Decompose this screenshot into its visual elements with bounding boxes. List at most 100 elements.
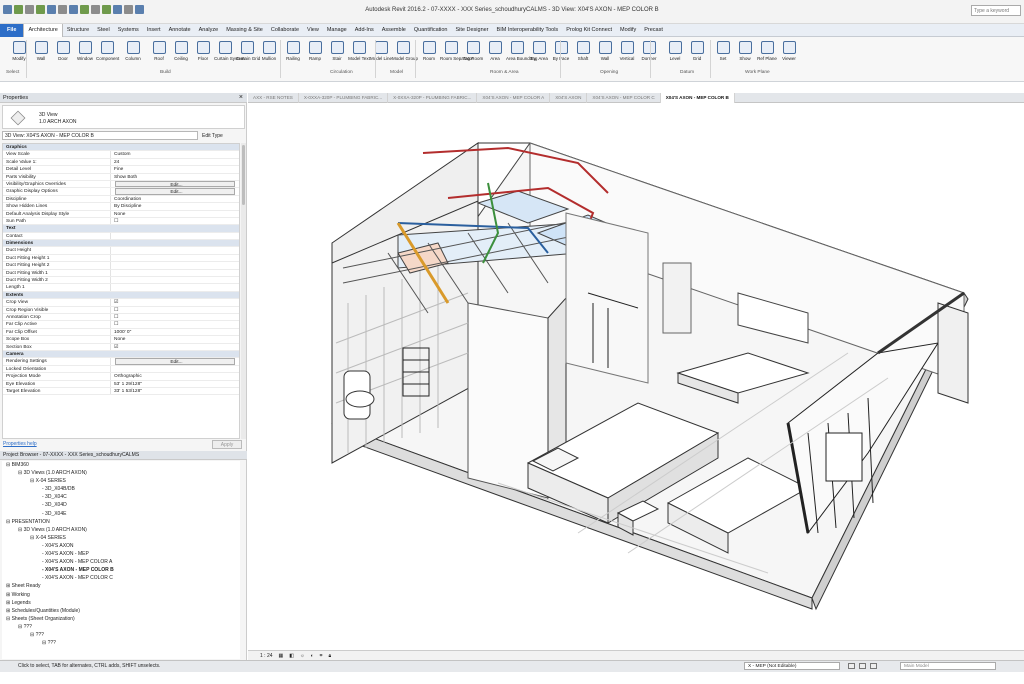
design-option-dropdown[interactable]: Main Model <box>900 662 996 670</box>
property-value[interactable] <box>111 284 239 290</box>
property-value[interactable]: By Discipline <box>111 203 239 209</box>
tab-analyze[interactable]: Analyze <box>195 24 223 37</box>
crop-icon[interactable]: ⌗ <box>320 653 323 659</box>
by-face-button[interactable]: By Face <box>550 41 572 69</box>
property-value[interactable]: Fine <box>111 166 239 172</box>
stair-button[interactable]: Stair <box>326 41 348 69</box>
tree-node[interactable]: - X04'S AXON - MEP <box>2 550 240 558</box>
property-group-header[interactable]: Text <box>3 225 239 233</box>
tree-node[interactable]: ⊟ PRESENTATION <box>2 518 240 526</box>
room-button[interactable]: Room <box>418 41 440 69</box>
property-group-header[interactable]: Dimensions <box>3 240 239 248</box>
door-button[interactable]: Door <box>52 41 74 69</box>
scale-readout[interactable]: 1 : 24 <box>260 653 273 659</box>
vertical-button[interactable]: Vertical <box>616 41 638 69</box>
property-value[interactable] <box>111 366 239 372</box>
property-value[interactable]: ☑ <box>111 344 239 350</box>
property-value[interactable] <box>111 262 239 268</box>
close-icon[interactable]: × <box>239 93 243 103</box>
roof-button[interactable]: Roof <box>148 41 170 69</box>
ceiling-button[interactable]: Ceiling <box>170 41 192 69</box>
property-value[interactable]: 33' 1 53/128" <box>111 388 239 394</box>
window-button[interactable]: Window <box>74 41 96 69</box>
tab-add-ins[interactable]: Add-Ins <box>351 24 378 37</box>
tree-node[interactable]: - X04'S AXON <box>2 542 240 550</box>
property-value[interactable]: Edit... <box>115 358 235 365</box>
property-value[interactable]: ☐ <box>111 307 239 313</box>
tree-node[interactable]: ⊟ BIM360 <box>2 461 240 469</box>
tree-node[interactable]: ⊟ ??? <box>2 639 240 647</box>
filter-icon[interactable] <box>848 663 855 669</box>
property-value[interactable] <box>111 277 239 283</box>
shaft-button[interactable]: Shaft <box>572 41 594 69</box>
tree-node[interactable]: - 3D_X04D <box>2 501 240 509</box>
tab-structure[interactable]: Structure <box>63 24 93 37</box>
tab-modify[interactable]: Modify <box>616 24 640 37</box>
property-value[interactable]: 1000' 0" <box>111 329 239 335</box>
editable-only-icon[interactable] <box>859 663 866 669</box>
tab-precast[interactable]: Precast <box>640 24 667 37</box>
tree-node[interactable]: ⊟ X-04 SERIES <box>2 477 240 485</box>
sun-path-icon[interactable]: ☼ <box>300 653 305 659</box>
wall-button[interactable]: Wall <box>30 41 52 69</box>
tab-annotate[interactable]: Annotate <box>165 24 195 37</box>
property-value[interactable]: Edit... <box>115 188 235 195</box>
model-text-button[interactable]: Model Text <box>348 41 370 69</box>
apply-button[interactable]: Apply <box>212 440 242 449</box>
property-value[interactable] <box>111 247 239 253</box>
property-value[interactable]: Edit... <box>115 180 235 188</box>
property-value[interactable]: ☐ <box>111 314 239 320</box>
tree-node[interactable]: ⊞ Sheet Ready <box>2 582 240 590</box>
properties-scrollbar[interactable] <box>241 143 246 439</box>
room-separator-button[interactable]: Room Separator <box>440 41 473 69</box>
tree-node[interactable]: ⊞ Legends <box>2 599 240 607</box>
wall-button[interactable]: Wall <box>594 41 616 69</box>
property-value[interactable]: None <box>111 211 239 217</box>
visual-style-icon[interactable]: ◧ <box>289 653 294 659</box>
workset-dropdown[interactable]: X - MEP (Not Editable) <box>744 662 840 670</box>
view-tab[interactable]: AXX - RSE NOTES <box>248 92 299 103</box>
property-group-header[interactable]: Camera <box>3 350 239 359</box>
area-button[interactable]: Area <box>484 41 506 69</box>
instance-selector-dropdown[interactable]: 3D View: X04'S AXON - MEP COLOR B <box>2 131 198 140</box>
tab-view[interactable]: View <box>303 24 323 37</box>
property-value[interactable]: ☑ <box>111 299 239 305</box>
property-value[interactable]: Coordination <box>111 196 239 202</box>
property-value[interactable]: 53' 1 29/128" <box>111 381 239 387</box>
model-line-button[interactable]: Model Line <box>370 41 392 69</box>
tab-massing-site[interactable]: Massing & Site <box>222 24 267 37</box>
tab-file[interactable]: File <box>0 23 24 37</box>
detail-level-icon[interactable]: ▦ <box>279 653 284 659</box>
component-button[interactable]: Component <box>96 41 119 69</box>
property-value[interactable] <box>111 255 239 261</box>
show-button[interactable]: Show <box>734 41 756 69</box>
ref-plane-button[interactable]: Ref Plane <box>756 41 778 69</box>
tree-node[interactable]: - 3D_X04C <box>2 493 240 501</box>
view-tab[interactable]: X-0XXA-320P - PLUMBING FABRIC... <box>388 92 478 103</box>
tree-node[interactable]: ⊟ Sheets (Sheet Organization) <box>2 615 240 623</box>
tab-assemble[interactable]: Assemble <box>378 24 410 37</box>
tree-node[interactable]: - 3D_X04B/DB <box>2 485 240 493</box>
tree-node[interactable]: - X04'S AXON - MEP COLOR B <box>2 566 240 574</box>
view-tab[interactable]: X04'S AXON - MEP COLOR C <box>587 92 661 103</box>
tree-node[interactable]: - X04'S AXON - MEP COLOR C <box>2 574 240 582</box>
curtain-grid-button[interactable]: Curtain Grid <box>236 41 260 69</box>
property-value[interactable]: ☐ <box>111 218 239 224</box>
tree-node[interactable]: ⊟ ??? <box>2 631 240 639</box>
3d-view-canvas[interactable] <box>248 103 1024 646</box>
design-options-icon[interactable] <box>870 663 877 669</box>
view-tab[interactable]: X04'S AXON - MEP COLOR A <box>477 92 551 103</box>
property-value[interactable] <box>111 270 239 276</box>
tag-area-button[interactable]: Tag Area <box>528 41 550 69</box>
mullion-button[interactable]: Mullion <box>258 41 280 69</box>
tab-architecture[interactable]: Architecture <box>23 23 63 37</box>
floor-button[interactable]: Floor <box>192 41 214 69</box>
view-tab[interactable]: X04'S AXON - MEP COLOR B <box>660 92 735 103</box>
ramp-button[interactable]: Ramp <box>304 41 326 69</box>
property-value[interactable]: ☐ <box>111 321 239 327</box>
curtain-system-button[interactable]: Curtain System <box>214 41 245 69</box>
tree-node[interactable]: ⊞ Working <box>2 591 240 599</box>
column-button[interactable]: Column <box>122 41 144 69</box>
area-boundary-button[interactable]: Area Boundary <box>506 41 536 69</box>
tree-node[interactable]: ⊟ 3D Views (1.0 ARCH AXON) <box>2 469 240 477</box>
